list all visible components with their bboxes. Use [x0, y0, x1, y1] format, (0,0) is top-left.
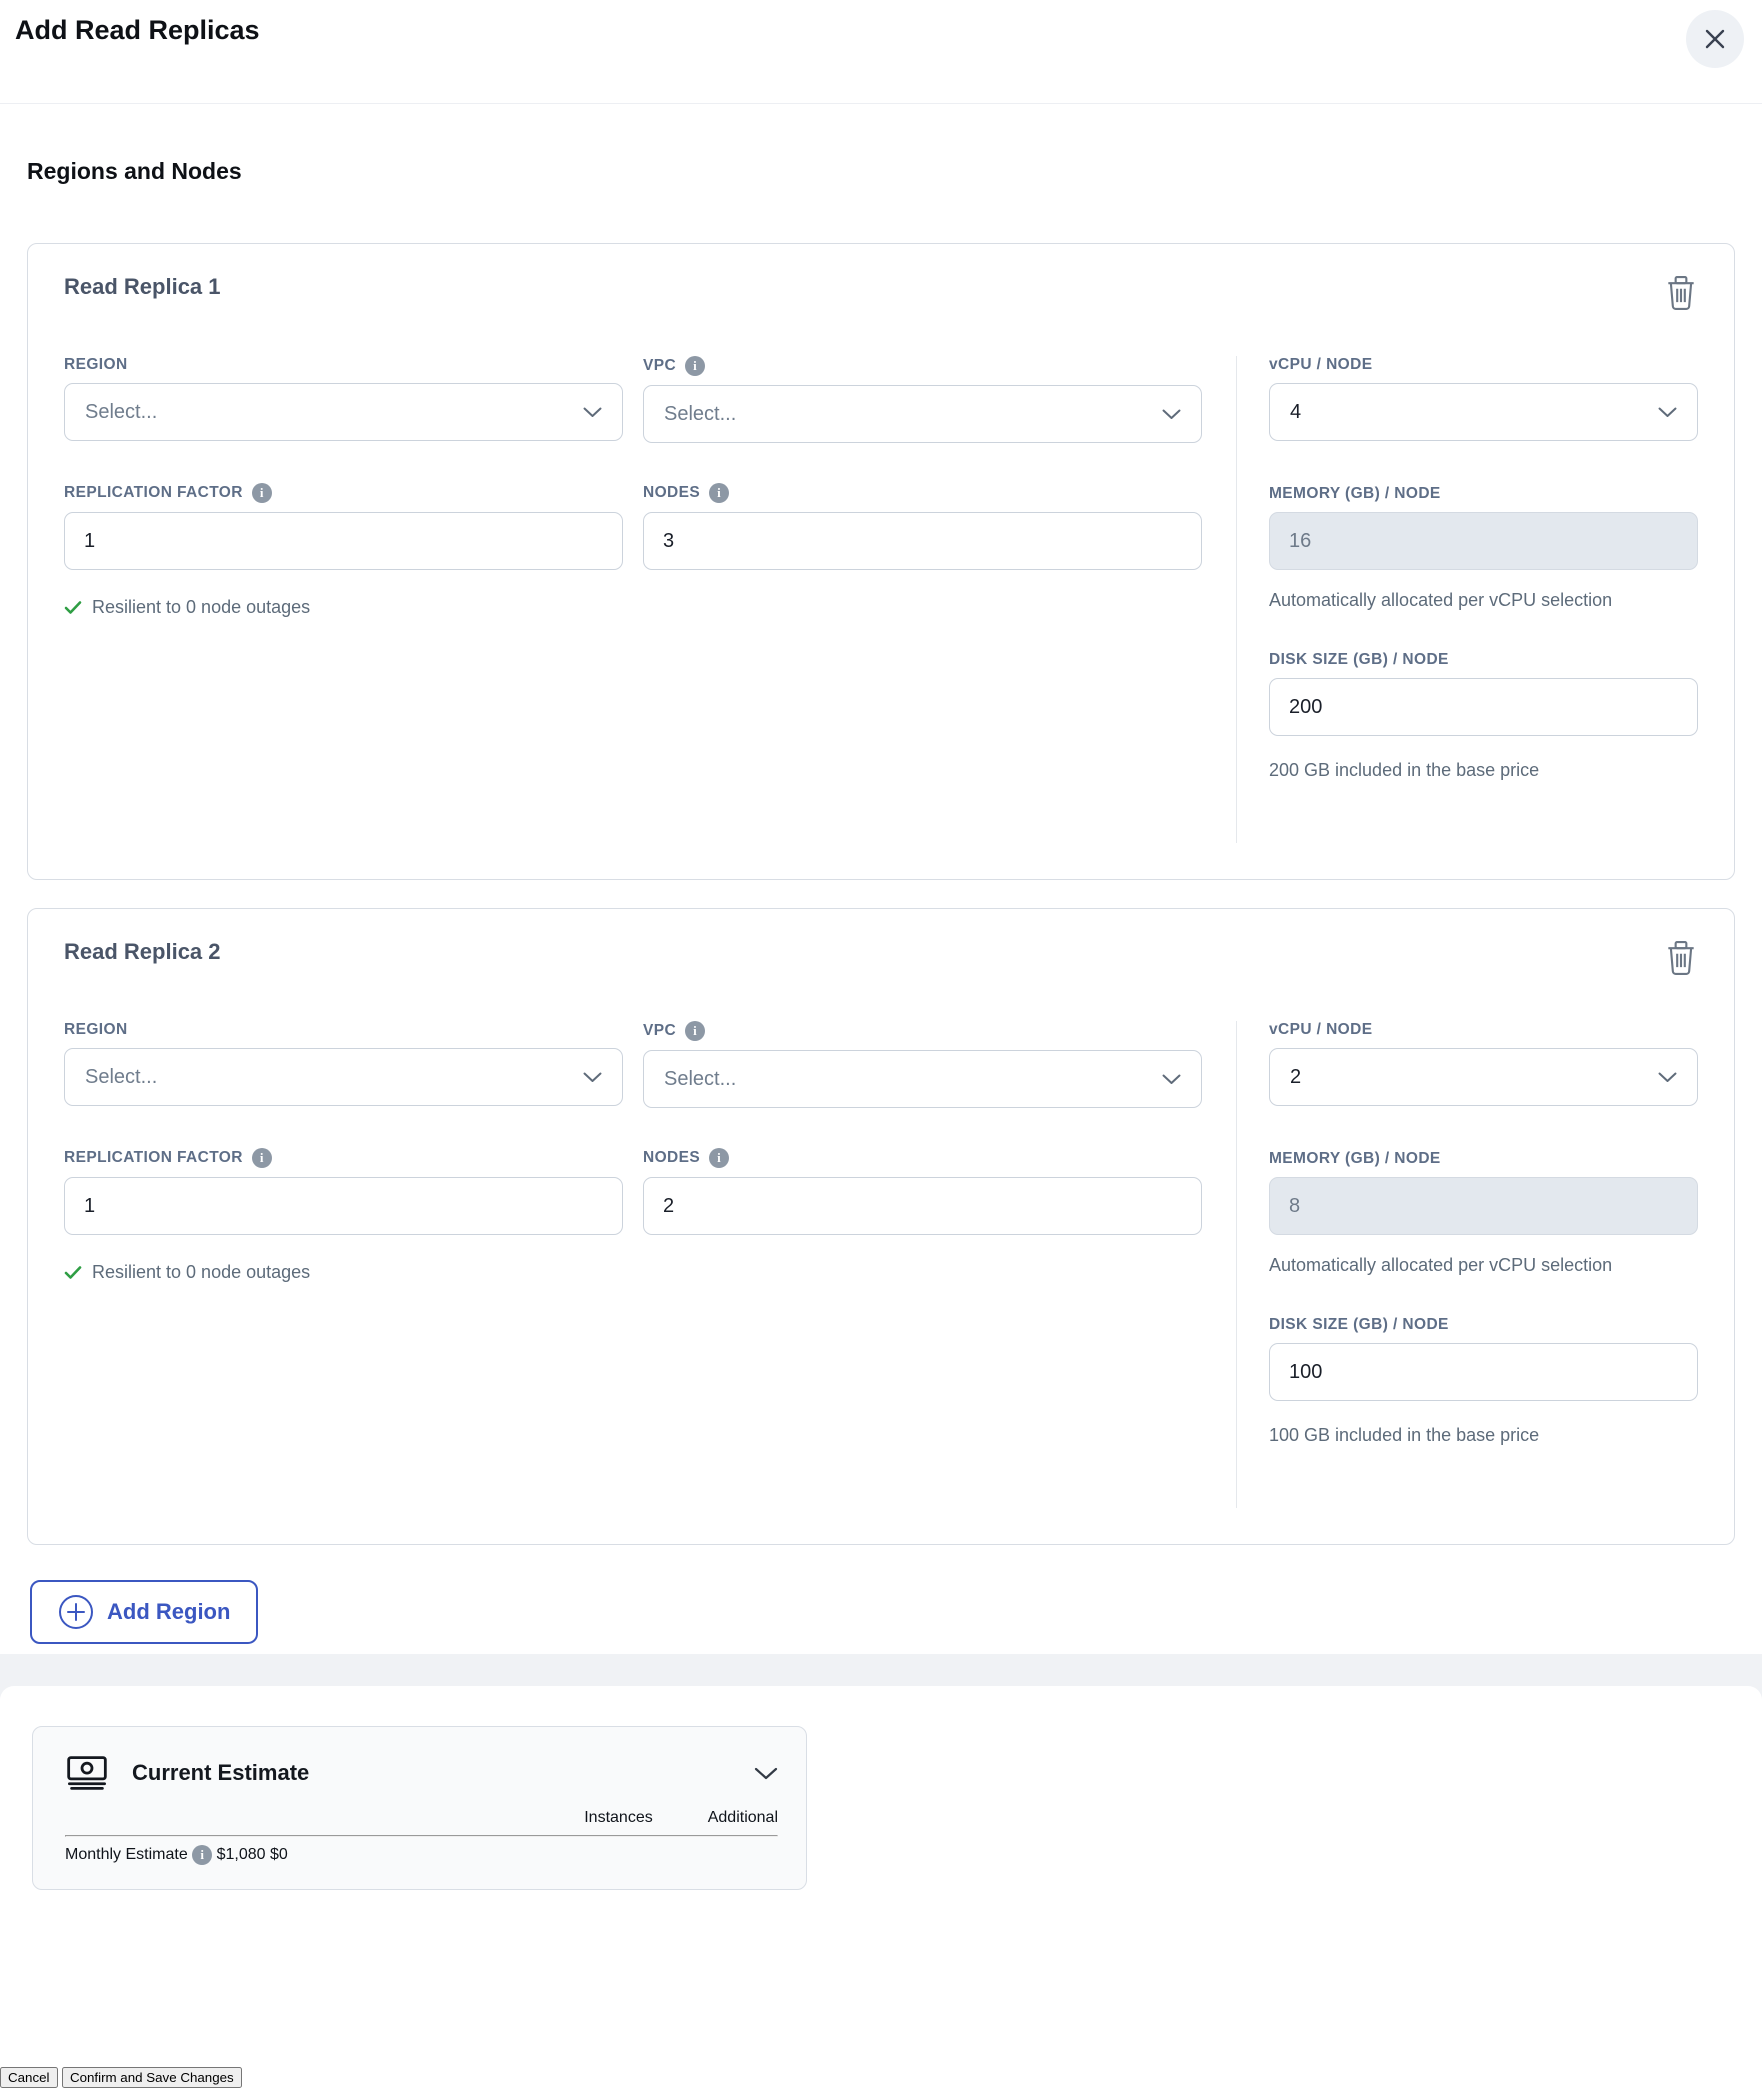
delete-replica-button[interactable] [1664, 274, 1698, 312]
current-estimate-card: Current Estimate Instances Additional Mo… [32, 1726, 807, 1890]
column-header-instances: Instances [584, 1809, 653, 1826]
replication-factor-input[interactable] [64, 512, 623, 570]
collapse-estimate-button[interactable] [754, 1767, 778, 1780]
vpc-field: VPC i Select... [643, 356, 1202, 443]
replica-card-2: Read Replica 2 REGION Select... VPC i Se… [27, 908, 1735, 1545]
nodes-label: NODES [643, 484, 701, 501]
memory-input [1269, 512, 1698, 570]
dialog-footer: Cancel Confirm and Save Changes [0, 2067, 1762, 2088]
chevron-down-icon [583, 1072, 602, 1083]
memory-field: MEMORY (GB) / NODE [1269, 485, 1698, 570]
dialog-header: Add Read Replicas [0, 0, 1762, 104]
info-icon[interactable]: i [685, 356, 706, 376]
close-icon [1702, 26, 1728, 52]
estimate-divider [65, 1835, 778, 1837]
disk-size-label: DISK SIZE (GB) / NODE [1269, 1316, 1449, 1334]
estimate-section: Current Estimate Instances Additional Mo… [0, 1686, 1762, 2067]
vpc-field: VPC i Select... [643, 1021, 1202, 1108]
chevron-down-icon [1658, 407, 1677, 418]
estimate-title: Current Estimate [132, 1760, 310, 1785]
replication-factor-field: REPLICATION FACTOR i [64, 1148, 623, 1235]
replica-title: Read Replica 2 [64, 939, 221, 964]
resilience-note: Resilient to 0 node outages [64, 1262, 1202, 1283]
column-header-additional: Additional [707, 1809, 778, 1826]
vcpu-label: vCPU / NODE [1269, 1021, 1373, 1038]
vpc-select[interactable]: Select... [643, 1050, 1202, 1108]
nodes-field: NODES i [643, 1148, 1202, 1235]
vpc-label: VPC [643, 1022, 677, 1039]
vcpu-select[interactable]: 4 [1269, 383, 1698, 441]
plus-circle-icon [58, 1594, 94, 1630]
instances-value: $1,080 [216, 1846, 266, 1863]
additional-value: $0 [270, 1846, 288, 1863]
trash-icon [1664, 276, 1698, 315]
vcpu-label: vCPU / NODE [1269, 356, 1373, 373]
memory-label: MEMORY (GB) / NODE [1269, 485, 1441, 502]
info-icon[interactable]: i [685, 1021, 706, 1041]
cancel-button[interactable]: Cancel [0, 2067, 58, 2088]
replica-title: Read Replica 1 [64, 274, 221, 299]
add-read-replicas-dialog: Add Read Replicas Regions and Nodes Read… [0, 0, 1762, 2088]
region-select[interactable]: Select... [64, 1048, 623, 1106]
replication-factor-label: REPLICATION FACTOR [64, 484, 243, 501]
section-heading: Regions and Nodes [27, 158, 242, 184]
memory-field: MEMORY (GB) / NODE [1269, 1150, 1698, 1235]
check-icon [64, 1265, 82, 1280]
memory-helper-text: Automatically allocated per vCPU selecti… [1269, 1255, 1613, 1275]
chevron-down-icon [1162, 409, 1181, 420]
info-icon[interactable]: i [192, 1845, 213, 1865]
disk-size-field: DISK SIZE (GB) / NODE [1269, 651, 1698, 737]
resilience-note: Resilient to 0 node outages [64, 597, 1202, 618]
disk-size-field: DISK SIZE (GB) / NODE [1269, 1316, 1698, 1402]
region-label: REGION [64, 1021, 128, 1038]
info-icon[interactable]: i [709, 1148, 730, 1168]
close-button[interactable] [1686, 10, 1744, 68]
disk-helper-text: 200 GB included in the base price [1269, 760, 1540, 781]
replication-factor-field: REPLICATION FACTOR i [64, 483, 623, 570]
chevron-down-icon [1162, 1074, 1181, 1085]
region-field: REGION Select... [64, 356, 623, 443]
nodes-input[interactable] [643, 1177, 1202, 1235]
disk-size-label: DISK SIZE (GB) / NODE [1269, 651, 1449, 669]
delete-replica-button[interactable] [1664, 939, 1698, 977]
chevron-down-icon [1658, 1072, 1677, 1083]
vcpu-field: vCPU / NODE 2 [1269, 1021, 1698, 1106]
nodes-field: NODES i [643, 483, 1202, 570]
memory-label: MEMORY (GB) / NODE [1269, 1150, 1441, 1167]
region-label: REGION [64, 356, 128, 373]
confirm-and-save-button[interactable]: Confirm and Save Changes [61, 2067, 242, 2088]
dialog-body: Regions and Nodes Read Replica 1 REGION … [0, 104, 1762, 1654]
disk-helper-text: 100 GB included in the base price [1269, 1425, 1540, 1446]
region-field: REGION Select... [64, 1021, 623, 1108]
region-select[interactable]: Select... [64, 383, 623, 441]
dialog-title: Add Read Replicas [15, 15, 260, 45]
banknote-icon [65, 1753, 109, 1793]
info-icon[interactable]: i [251, 1148, 272, 1168]
info-icon[interactable]: i [251, 483, 272, 503]
monthly-estimate-row: Monthly Estimate i $1,080 $0 [65, 1845, 778, 1865]
vpc-label: VPC [643, 357, 677, 374]
check-icon [64, 600, 82, 615]
add-region-button[interactable]: Add Region [30, 1580, 259, 1644]
vcpu-select[interactable]: 2 [1269, 1048, 1698, 1106]
info-icon[interactable]: i [709, 483, 730, 503]
nodes-input[interactable] [643, 512, 1202, 570]
vpc-select[interactable]: Select... [643, 385, 1202, 443]
replication-factor-label: REPLICATION FACTOR [64, 1149, 243, 1166]
chevron-down-icon [583, 407, 602, 418]
vcpu-field: vCPU / NODE 4 [1269, 356, 1698, 441]
nodes-label: NODES [643, 1149, 701, 1166]
replication-factor-input[interactable] [64, 1177, 623, 1235]
trash-icon [1664, 941, 1698, 980]
memory-input [1269, 1177, 1698, 1235]
replica-card-1: Read Replica 1 REGION Select... VPC i Se… [27, 243, 1735, 880]
disk-size-input[interactable] [1269, 678, 1698, 737]
memory-helper-text: Automatically allocated per vCPU selecti… [1269, 590, 1613, 610]
chevron-down-icon [754, 1767, 778, 1783]
monthly-estimate-label: Monthly Estimate [65, 1846, 188, 1863]
disk-size-input[interactable] [1269, 1343, 1698, 1402]
